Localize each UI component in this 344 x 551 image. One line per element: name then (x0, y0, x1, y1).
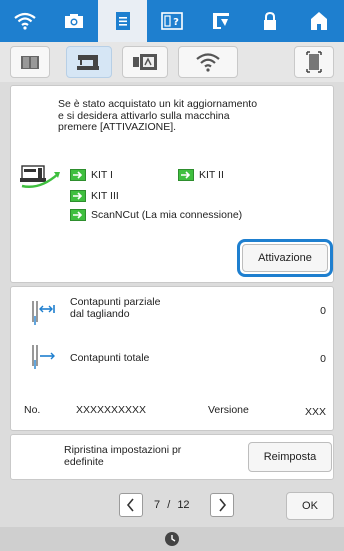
total-pages: 12 (177, 499, 190, 511)
tab-screen[interactable] (294, 46, 334, 78)
help-icon: ? (160, 12, 183, 30)
kit-item: ScanNCut (La mia connessione) (70, 209, 242, 221)
wifi-icon (13, 12, 36, 30)
tab-sewing[interactable] (66, 46, 112, 78)
kit-label: KIT I (91, 169, 113, 181)
reset-label-line: Ripristina impostazioni pr (64, 444, 182, 456)
upgrade-message-line: Se è stato acquistato un kit aggiornamen… (58, 98, 258, 110)
serial-number-value: XXXXXXXXXX (76, 404, 147, 416)
upgrade-message: Se è stato acquistato un kit aggiornamen… (58, 98, 308, 134)
screen-icon (306, 51, 322, 73)
kit-item: KIT I (70, 169, 113, 181)
total-counter-value: 0 (320, 353, 326, 365)
tab-network[interactable] (178, 46, 238, 78)
kit-label: KIT II (199, 169, 224, 181)
chevron-left-icon (126, 498, 134, 512)
kit-arrow-icon (70, 169, 86, 181)
chevron-right-icon (219, 498, 227, 512)
home-icon (310, 12, 327, 30)
reset-label: Ripristina impostazioni pr edefinite (64, 444, 182, 468)
partial-counter-label: Contapunti parziale dal tagliando (70, 296, 161, 320)
kit-arrow-icon (70, 190, 86, 202)
reset-button[interactable]: Reimposta (248, 442, 332, 472)
sewing-machine-icon (77, 55, 99, 70)
partial-counter-label-line: Contapunti parziale (70, 296, 161, 308)
clock-icon[interactable] (164, 531, 180, 547)
kit-label: ScanNCut (La mia connessione) (91, 209, 243, 221)
next-page-button[interactable] (210, 493, 234, 517)
page-separator: / (167, 499, 171, 511)
settings-page-tab[interactable] (98, 0, 147, 42)
lock-tab[interactable] (245, 0, 294, 42)
version-value: XXX (304, 406, 326, 418)
svg-text:?: ? (173, 17, 179, 28)
wifi-icon (196, 53, 220, 72)
version-label: Versione (208, 404, 249, 416)
kit-item: KIT III (70, 190, 119, 202)
bottom-status-bar (0, 527, 344, 551)
help-tab[interactable]: ? (147, 0, 196, 42)
settings-page-icon (115, 12, 130, 30)
embroidery-frame-icon (133, 54, 157, 70)
tab-embroidery[interactable] (122, 46, 168, 78)
kit-arrow-icon (70, 209, 86, 221)
reset-label-line: edefinite (64, 455, 104, 468)
camera-tab[interactable] (49, 0, 98, 42)
total-counter-icon (32, 345, 55, 369)
tab-general[interactable] (10, 46, 50, 78)
serial-number-label: No. (24, 404, 41, 416)
machine-upgrade-icon (20, 165, 60, 188)
home-tab[interactable] (294, 0, 343, 42)
partial-counter-value: 0 (320, 305, 326, 317)
camera-icon (64, 14, 83, 28)
kit-arrow-icon (178, 169, 194, 181)
partial-counter-icon (32, 301, 55, 325)
current-page: 7 (154, 499, 161, 511)
book-icon (21, 56, 39, 69)
lock-icon (263, 11, 276, 30)
partial-counter-label-line: dal tagliando (70, 307, 130, 320)
thread-tab[interactable] (196, 0, 245, 42)
thread-icon (212, 13, 229, 29)
ok-button[interactable]: OK (286, 492, 334, 520)
previous-page-button[interactable] (119, 493, 143, 517)
upgrade-message-line: premere [ATTIVAZIONE]. (58, 121, 177, 133)
page-indicator: 7 / 12 (154, 499, 190, 511)
kit-label: KIT III (91, 190, 119, 202)
settings-category-tabs (0, 42, 344, 82)
kit-item: KIT II (178, 169, 224, 181)
top-toolbar: ? (0, 0, 344, 42)
wifi-tab[interactable] (0, 0, 49, 42)
total-counter-label: Contapunti totale (70, 352, 150, 364)
activate-button[interactable]: Attivazione (242, 244, 328, 272)
